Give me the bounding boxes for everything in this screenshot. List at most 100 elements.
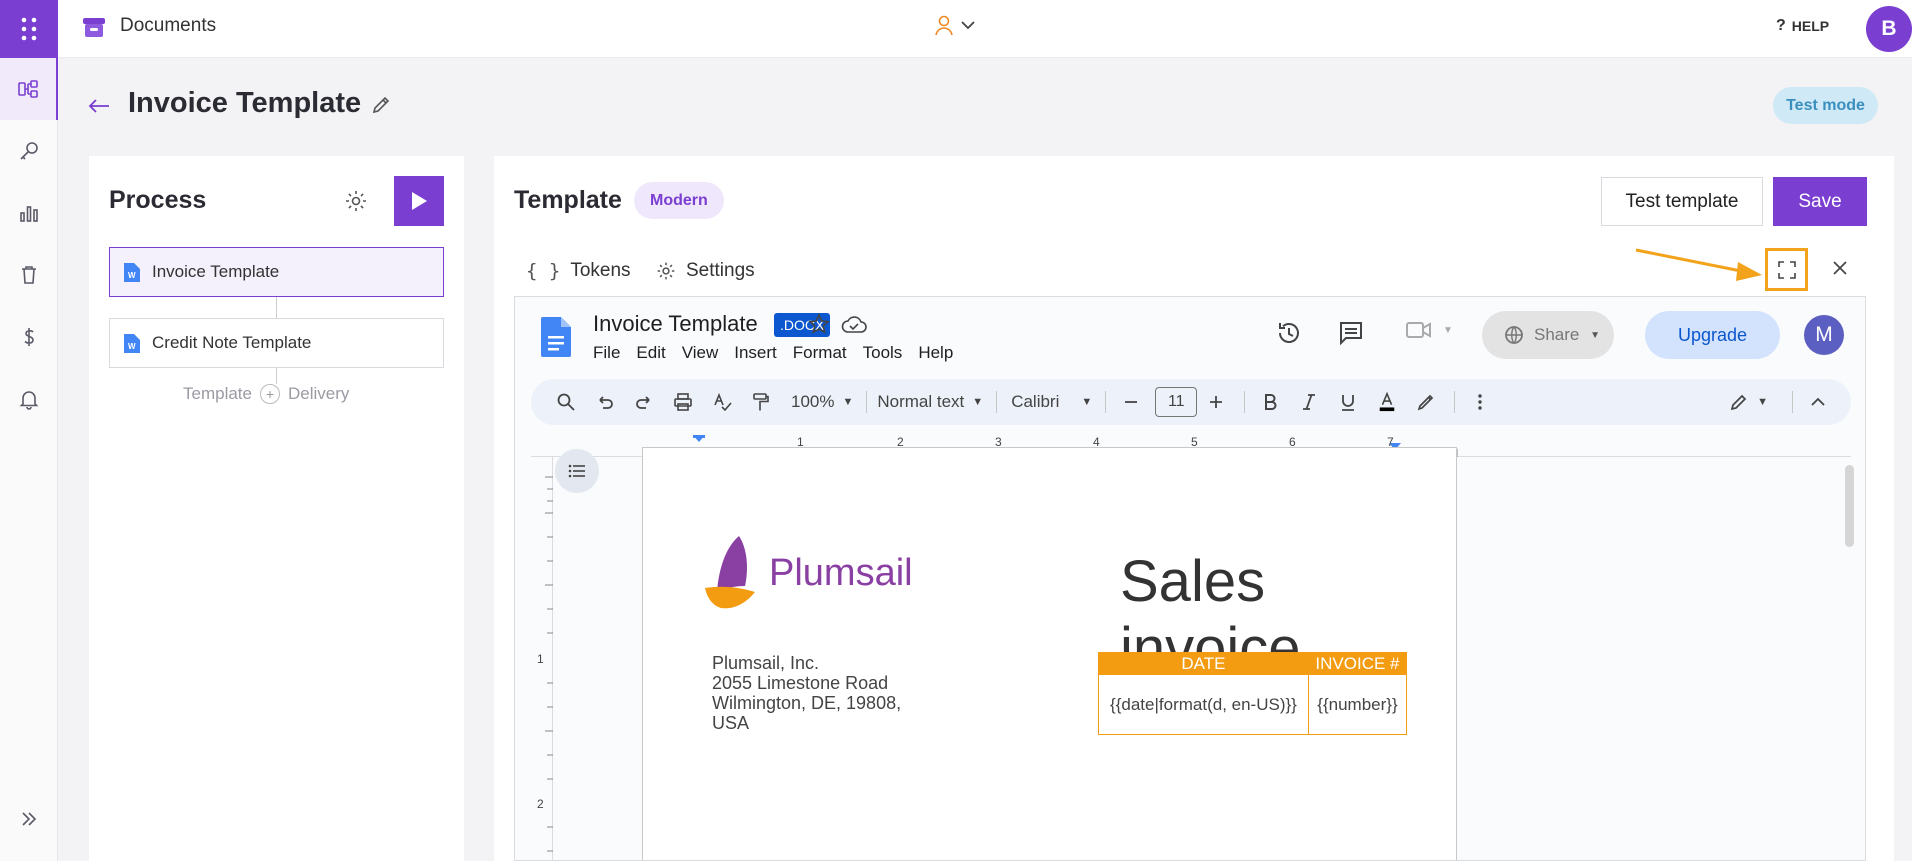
process-item-credit-note[interactable]: W Credit Note Template — [109, 318, 444, 368]
key-icon — [20, 142, 38, 160]
print-icon — [674, 393, 692, 411]
gear-icon — [657, 262, 675, 280]
document-outline-button[interactable] — [555, 449, 599, 493]
toolbar-divider — [1105, 391, 1107, 413]
nav-processes[interactable] — [0, 58, 58, 120]
menu-help[interactable]: Help — [918, 343, 953, 363]
address-line: Wilmington, DE, 19808, — [712, 693, 902, 713]
menu-tools[interactable]: Tools — [863, 343, 903, 363]
tab-tokens[interactable]: { } Tokens — [526, 260, 631, 282]
paint-roller-icon — [753, 393, 769, 411]
style-value: Normal text — [877, 392, 965, 411]
toolbar-divider — [996, 391, 998, 413]
search-icon — [557, 393, 575, 411]
template-step-label[interactable]: Template — [183, 384, 252, 404]
delivery-step-label[interactable]: Delivery — [288, 384, 349, 404]
table-header: DATE — [1098, 652, 1309, 675]
undo-button[interactable] — [590, 385, 620, 419]
annotation-arrow-icon — [1635, 248, 1762, 281]
share-label: Share — [1534, 325, 1580, 344]
table-header-row: DATE INVOICE # — [1098, 652, 1408, 675]
history-icon[interactable] — [1275, 319, 1303, 347]
font-size-input[interactable]: 11 — [1155, 387, 1198, 417]
toolbar-divider — [1792, 391, 1793, 413]
doc-user-avatar[interactable]: M — [1804, 315, 1844, 355]
search-menus-button[interactable] — [551, 385, 581, 419]
chevron-down-icon: ▼ — [1443, 324, 1453, 336]
spellcheck-icon — [714, 392, 732, 412]
nav-billing[interactable] — [0, 306, 58, 368]
nav-notifications[interactable] — [0, 368, 58, 430]
nav-trash[interactable] — [0, 244, 58, 306]
process-settings-button[interactable] — [344, 189, 368, 218]
editing-mode-button[interactable]: ▼ — [1729, 385, 1768, 419]
menu-file[interactable]: File — [593, 343, 620, 363]
fullscreen-button[interactable] — [1765, 248, 1808, 291]
menu-view[interactable]: View — [682, 343, 719, 363]
star-icon[interactable] — [808, 313, 830, 335]
help-link[interactable]: ? HELP — [1776, 17, 1829, 35]
italic-icon — [1303, 394, 1316, 410]
fullscreen-icon — [1777, 260, 1796, 279]
decrease-font-button[interactable] — [1116, 385, 1146, 419]
expand-rail-button[interactable] — [0, 788, 58, 850]
text-color-button[interactable] — [1372, 385, 1402, 419]
nav-keys[interactable] — [0, 120, 58, 182]
bold-button[interactable] — [1255, 385, 1285, 419]
chevron-down-icon[interactable]: ▼ — [1590, 330, 1600, 341]
font-select[interactable]: Calibri ▼ — [1011, 385, 1092, 419]
highlight-button[interactable] — [1411, 385, 1441, 419]
account-avatar[interactable]: B — [1866, 6, 1912, 52]
print-button[interactable] — [668, 385, 698, 419]
chevron-down-icon — [961, 21, 975, 30]
menu-format[interactable]: Format — [793, 343, 847, 363]
meet-button[interactable]: ▼ — [1405, 319, 1453, 341]
cloud-sync-icon[interactable] — [841, 315, 867, 335]
plus-icon — [1210, 396, 1223, 408]
document-page[interactable]: Plumsail Sales invoice Plumsail, Inc. 20… — [642, 447, 1457, 860]
hide-menus-button[interactable] — [1803, 385, 1833, 419]
table-header: INVOICE # — [1307, 652, 1408, 675]
caret-down-icon: ▼ — [842, 396, 854, 408]
word-doc-icon: W — [124, 263, 140, 282]
page-title: Invoice Template — [128, 87, 362, 119]
share-button[interactable]: Share ▼ — [1482, 311, 1614, 359]
word-doc-icon: W — [124, 334, 140, 353]
style-select[interactable]: Normal text ▼ — [877, 385, 983, 419]
spellcheck-button[interactable] — [707, 385, 737, 419]
menu-insert[interactable]: Insert — [734, 343, 777, 363]
menu-edit[interactable]: Edit — [636, 343, 665, 363]
top-bar: Documents ? HELP B — [58, 0, 1912, 58]
save-button[interactable]: Save — [1773, 177, 1867, 226]
add-step-icon[interactable]: + — [259, 384, 280, 404]
test-template-button[interactable]: Test template — [1601, 177, 1763, 226]
comment-icon[interactable] — [1337, 319, 1365, 347]
back-arrow-icon[interactable] — [88, 94, 110, 120]
trash-icon — [22, 266, 36, 284]
upgrade-button[interactable]: Upgrade — [1645, 311, 1780, 359]
connector-line — [276, 297, 277, 318]
flow-icon — [18, 80, 38, 98]
app-root: Documents ? HELP B Invoice Template Test… — [0, 0, 1912, 861]
test-mode-badge[interactable]: Test mode — [1773, 87, 1878, 124]
user-menu[interactable] — [934, 14, 976, 36]
dollar-icon — [24, 328, 34, 346]
doc-name[interactable]: Invoice Template — [593, 311, 758, 337]
edit-title-button[interactable] — [370, 94, 392, 121]
underline-button[interactable] — [1333, 385, 1363, 419]
paint-format-button[interactable] — [746, 385, 776, 419]
nav-stats[interactable] — [0, 182, 58, 244]
run-process-button[interactable] — [394, 176, 444, 226]
redo-button[interactable] — [629, 385, 659, 419]
zoom-select[interactable]: 100% ▼ — [791, 385, 853, 419]
font-value: Calibri — [1011, 392, 1060, 411]
pencil-icon — [1730, 394, 1747, 411]
app-launcher-button[interactable] — [0, 0, 58, 58]
more-options-button[interactable] — [1465, 385, 1495, 419]
increase-font-button[interactable] — [1201, 385, 1231, 419]
document-scrollbar[interactable] — [1845, 465, 1854, 547]
process-item-invoice[interactable]: W Invoice Template — [109, 247, 444, 297]
tab-settings[interactable]: Settings — [656, 260, 755, 282]
close-button[interactable] — [1831, 259, 1849, 282]
italic-button[interactable] — [1294, 385, 1324, 419]
